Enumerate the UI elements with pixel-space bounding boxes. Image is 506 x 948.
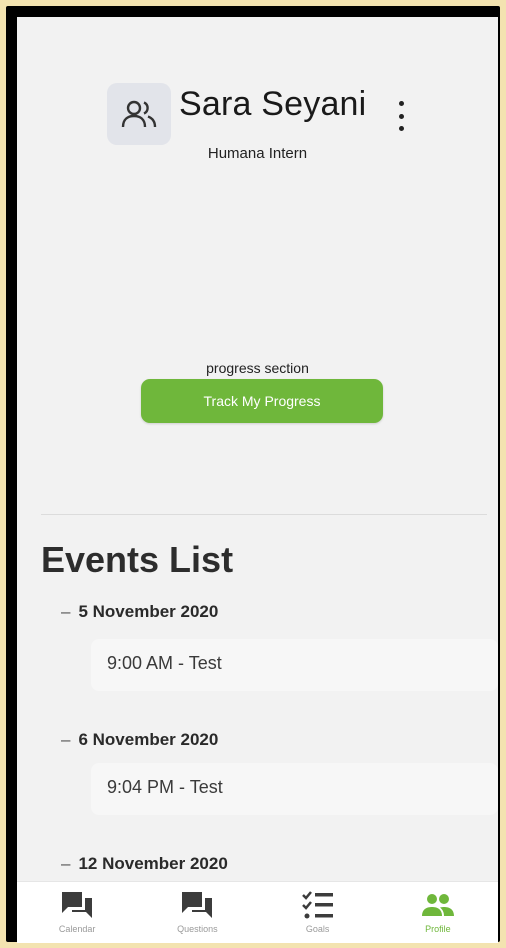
event-date-header[interactable]: –6 November 2020 <box>61 730 218 750</box>
bottom-navigation: Calendar Questions Goals Profile <box>17 881 498 943</box>
track-progress-button[interactable]: Track My Progress <box>141 379 383 423</box>
people-outline-icon <box>121 100 157 128</box>
checklist-icon <box>301 891 333 919</box>
section-divider <box>41 514 487 515</box>
events-list-title: Events List <box>41 539 234 580</box>
progress-section-label: progress section <box>206 360 309 376</box>
collapse-icon[interactable]: – <box>61 602 70 621</box>
collapse-icon[interactable]: – <box>61 730 70 749</box>
event-date-header[interactable]: –12 November 2020 <box>61 854 228 874</box>
nav-item-questions[interactable]: Questions <box>137 882 257 943</box>
event-item[interactable]: 9:00 AM - Test <box>91 639 498 691</box>
event-item-label: 9:04 PM - Test <box>107 777 223 797</box>
more-options-icon[interactable] <box>396 101 406 131</box>
nav-label: Goals <box>305 924 330 934</box>
people-icon <box>421 894 454 916</box>
event-date-header[interactable]: –5 November 2020 <box>61 602 218 622</box>
nav-item-goals[interactable]: Goals <box>258 882 378 943</box>
collapse-icon[interactable]: – <box>61 854 70 873</box>
event-item-label: 9:00 AM - Test <box>107 653 222 673</box>
avatar[interactable] <box>107 83 171 145</box>
app-screen: Sara Seyani Humana Intern progress secti… <box>17 17 498 943</box>
profile-role: Humana Intern <box>207 145 308 162</box>
nav-label: Questions <box>177 924 218 934</box>
event-item[interactable]: 9:04 PM - Test <box>91 763 498 815</box>
nav-item-calendar[interactable]: Calendar <box>17 882 137 943</box>
chat-bubbles-icon <box>182 892 213 918</box>
chat-bubbles-icon <box>62 892 93 918</box>
nav-label: Calendar <box>58 924 96 934</box>
nav-item-profile[interactable]: Profile <box>378 882 498 943</box>
profile-name: Sara Seyani <box>179 85 367 123</box>
nav-label: Profile <box>425 924 451 934</box>
